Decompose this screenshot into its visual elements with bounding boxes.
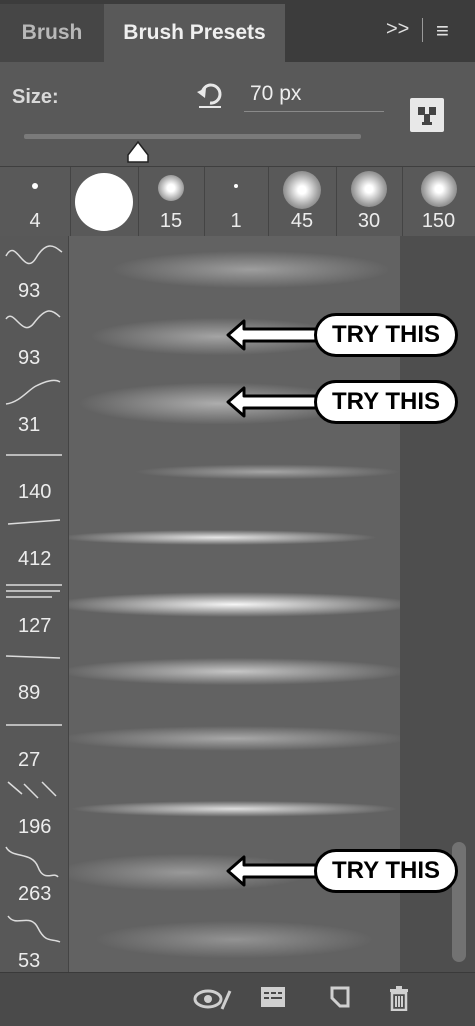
brush-stroke-preview: [69, 437, 400, 504]
brush-preset-row[interactable]: 196: [0, 772, 400, 840]
size-section: Size: 70 px: [0, 62, 475, 166]
brush-tip-large[interactable]: [70, 167, 139, 237]
brush-tip-size: 30: [357, 210, 381, 232]
tab-brush[interactable]: Brush: [0, 4, 105, 62]
brush-thumbnail: 27: [0, 705, 69, 772]
brush-tips-row: 4 15 1 45 30 150: [0, 166, 475, 238]
brush-stroke-preview: [69, 772, 400, 839]
size-input[interactable]: 70 px: [244, 76, 384, 112]
brush-size-label: 196: [18, 816, 52, 838]
new-preset-icon[interactable]: [328, 985, 352, 1009]
brush-stroke-preview: [69, 705, 400, 772]
brush-size-label: 140: [18, 481, 52, 503]
brush-preset-row[interactable]: 53: [0, 906, 400, 974]
brush-tip-dot: [158, 175, 184, 201]
brush-shape-icon: [7, 915, 61, 943]
brush-preset-row[interactable]: 140: [0, 437, 400, 505]
brush-size-label: 89: [18, 682, 41, 704]
eye-brush-icon[interactable]: [192, 985, 234, 1013]
brush-shape-icon: [6, 724, 62, 726]
arrow-left-icon: [226, 319, 320, 351]
brush-shape-icon: [5, 655, 61, 659]
try-this-callout: TRY THIS: [224, 313, 464, 361]
brush-shape-icon: [5, 310, 61, 329]
brush-tip-30[interactable]: 30: [336, 167, 403, 237]
brush-tip-dot: [75, 173, 133, 231]
brush-tip-size: 150: [421, 210, 456, 232]
try-this-callout: TRY THIS: [224, 380, 464, 428]
brush-tip-size: 15: [159, 210, 183, 232]
brush-shape-icon: [5, 846, 59, 878]
divider: [422, 18, 423, 42]
brush-preset-row[interactable]: 27: [0, 705, 400, 773]
tab-brush-presets[interactable]: Brush Presets: [104, 4, 285, 62]
brush-thumbnail: 263: [0, 839, 69, 906]
new-brush-icon[interactable]: [410, 98, 444, 132]
brush-stroke-preview: [69, 236, 400, 303]
brush-size-label: 93: [18, 280, 41, 302]
reset-icon[interactable]: [196, 80, 224, 110]
panel-menu-button[interactable]: ≡: [436, 18, 449, 44]
arrow-left-icon: [226, 386, 320, 418]
panel-icon[interactable]: [260, 985, 286, 1009]
brush-tip-dot: [32, 183, 38, 189]
brush-shape-icon: [5, 245, 63, 265]
brush-tip-45[interactable]: 45: [268, 167, 337, 237]
brush-tip-150[interactable]: 150: [402, 167, 475, 237]
brush-size-label: 31: [18, 414, 41, 436]
brush-tip-dot: [234, 184, 238, 188]
brush-thumbnail: 93: [0, 236, 69, 303]
brush-stroke-preview: [69, 571, 400, 638]
brush-tip-dot: [283, 171, 321, 209]
arrow-left-icon: [226, 855, 320, 887]
size-slider-track[interactable]: [24, 134, 361, 139]
try-this-callout: TRY THIS: [224, 849, 464, 897]
brush-tip-dot: [420, 171, 457, 207]
trash-icon[interactable]: [388, 985, 410, 1011]
brush-shape-icon: [6, 584, 62, 598]
brush-tip-size: 1: [230, 210, 242, 232]
brush-size-label: 127: [18, 615, 52, 637]
size-slider-thumb[interactable]: [126, 141, 150, 163]
brush-thumbnail: 53: [0, 906, 69, 973]
brush-thumbnail: 196: [0, 772, 69, 839]
brush-tip-15[interactable]: 15: [138, 167, 205, 237]
brush-tip-dot: [351, 171, 387, 207]
brush-size-label: 53: [18, 950, 41, 972]
brush-preset-row[interactable]: 89: [0, 638, 400, 706]
brush-thumbnail: 89: [0, 638, 69, 705]
brush-stroke-preview: [69, 504, 400, 571]
callout-label: TRY THIS: [314, 380, 458, 424]
brush-thumbnail: 412: [0, 504, 69, 571]
brush-thumbnail: 127: [0, 571, 69, 638]
brush-stroke-preview: [69, 906, 400, 973]
brush-tip-4[interactable]: 4: [0, 167, 71, 237]
brush-tip-size: 4: [29, 210, 41, 232]
brush-size-label: 27: [18, 749, 41, 771]
brush-size-label: 263: [18, 883, 52, 905]
brush-tip-size: 45: [290, 210, 314, 232]
brush-shape-icon: [7, 519, 61, 525]
brush-thumbnail: 31: [0, 370, 69, 437]
tab-bar: Brush Brush Presets >> ≡: [0, 0, 475, 62]
brush-shape-icon: [6, 454, 62, 456]
bottom-toolbar: [0, 972, 475, 1026]
brush-shape-icon: [5, 379, 61, 405]
brush-thumbnail: 93: [0, 303, 69, 370]
brush-stroke-preview: [69, 638, 400, 705]
brush-size-label: 93: [18, 347, 41, 369]
brush-preset-row[interactable]: 127: [0, 571, 400, 639]
brush-thumbnail: 140: [0, 437, 69, 504]
callout-label: TRY THIS: [314, 313, 458, 357]
size-label: Size:: [12, 86, 59, 108]
brush-shape-icon: [7, 781, 57, 799]
brush-preset-row[interactable]: 412: [0, 504, 400, 572]
brush-tip-1[interactable]: 1: [204, 167, 269, 237]
expand-panel-button[interactable]: >>: [386, 18, 409, 41]
brush-size-label: 412: [18, 548, 52, 570]
callout-label: TRY THIS: [314, 849, 458, 893]
brush-preset-row[interactable]: 93: [0, 236, 400, 304]
